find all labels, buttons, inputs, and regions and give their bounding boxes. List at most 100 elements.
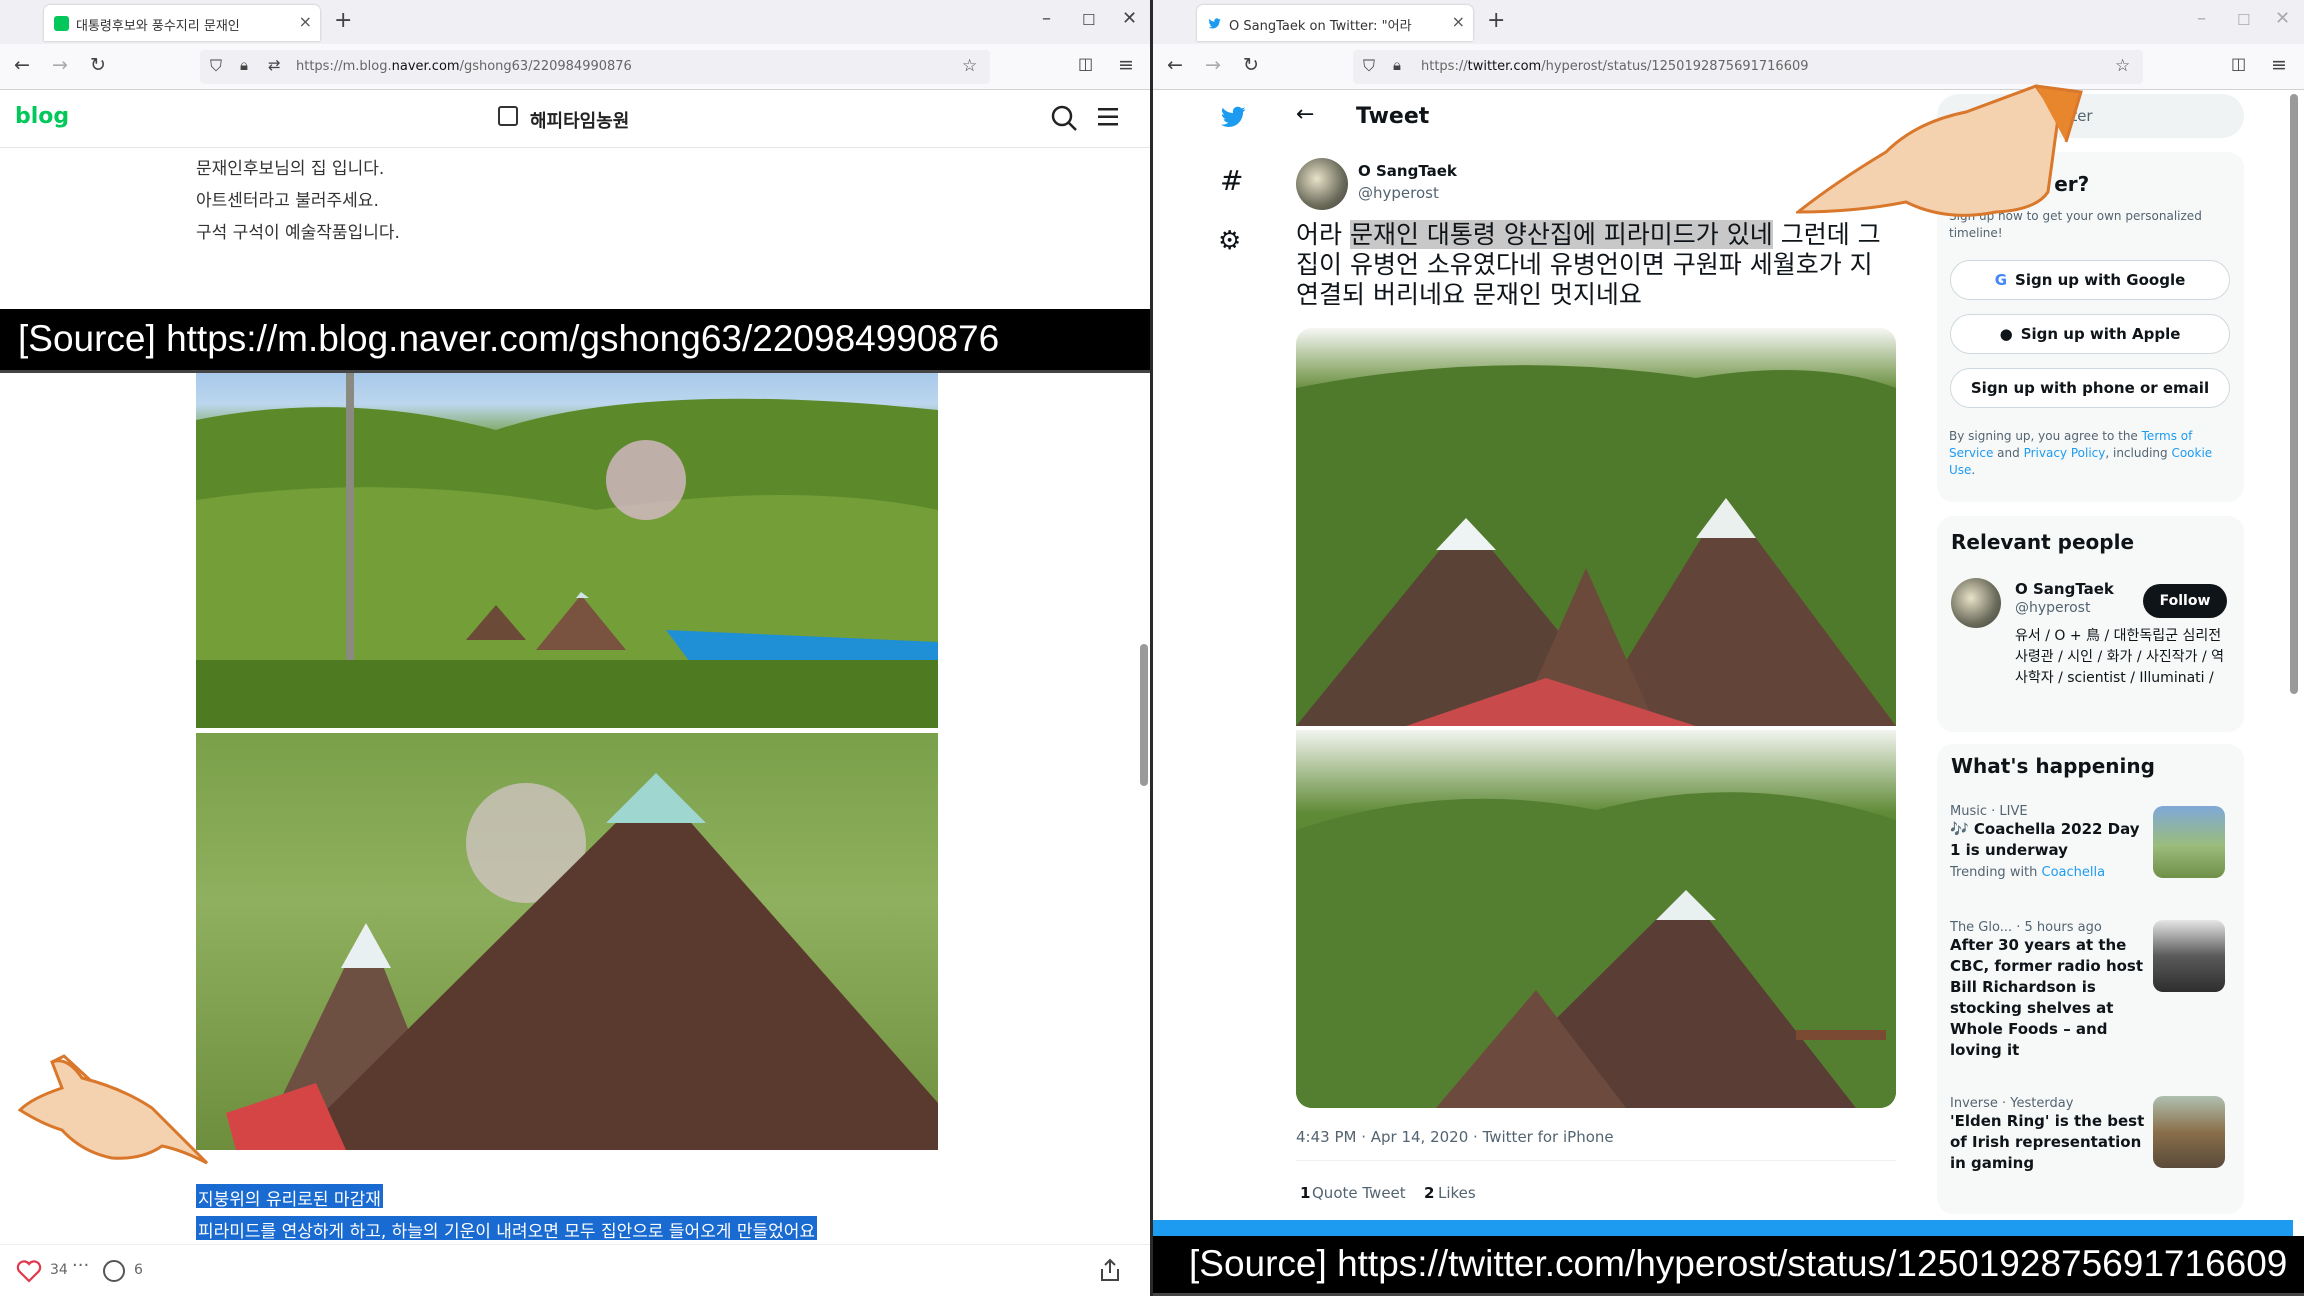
maximize-button[interactable]: ☐ [2237,11,2250,29]
scrollbar-thumb[interactable] [2290,94,2298,694]
blog-header: blog 해피타임농원 [0,92,1150,148]
close-window-button[interactable]: ✕ [2275,8,2290,29]
blog-paragraph: 문재인후보님의 집 입니다. [196,159,385,179]
left-browser-window: 대통령후보와 풍수지리 문재인 × + – ☐ ✕ ← → ↻ ⛉ 🔒︎ ⇄ h… [0,0,1150,1296]
page-title: Tweet [1356,104,1430,129]
menu-icon[interactable]: ≡ [2271,54,2287,76]
bookmark-star-icon[interactable]: ☆ [2115,56,2130,76]
comment-icon[interactable] [102,1259,126,1283]
tweet-timestamp[interactable]: 4:43 PM · Apr 14, 2020 · Twitter for iPh… [1296,1128,1614,1146]
new-tab-button[interactable]: + [334,8,352,33]
minimize-button[interactable]: – [2197,8,2206,29]
trend-item[interactable]: The Glo... · 5 hours ago After 30 years … [1950,920,2150,1061]
pointing-hand-annotation [17,1054,209,1165]
relevant-bio: 유서 / O + 鳥 / 대한독립군 심리전 사령관 / 시인 / 화가 / 사… [2015,628,2225,686]
signup-email-button[interactable]: Sign up with phone or email [1950,368,2230,408]
back-icon[interactable]: ← [1167,54,1183,76]
forward-icon[interactable]: → [52,54,68,76]
whats-happening-card: What's happening Music · LIVE 🎶 Coachell… [1937,744,2244,1214]
search-icon[interactable] [1050,104,1078,132]
settings-gear-icon[interactable]: ⚙ [1218,226,1241,256]
bookmark-star-icon[interactable]: ☆ [962,56,977,76]
scrollbar-thumb[interactable] [1140,644,1148,786]
trend-item[interactable]: Inverse · Yesterday 'Elden Ring' is the … [1950,1096,2150,1174]
forward-icon[interactable]: → [1205,54,1221,76]
explore-hashtag-icon[interactable]: # [1220,164,1243,197]
trend-thumbnail[interactable] [2153,806,2225,878]
hamburger-menu-icon[interactable] [1096,106,1120,128]
minimize-button[interactable]: – [1042,8,1051,29]
relevant-handle[interactable]: @hyperost [2015,600,2090,616]
back-arrow-icon[interactable]: ← [1296,102,1314,127]
pocket-icon[interactable]: ◫ [1078,54,1093,73]
happening-title: What's happening [1951,754,2155,778]
pocket-icon[interactable]: ◫ [2231,54,2246,73]
blog-paragraph: 구석 구석이 예술작품입니다. [196,223,400,243]
author-handle[interactable]: @hyperost [1358,184,1439,202]
reload-icon[interactable]: ↻ [90,54,106,76]
twitter-favicon [1208,18,1221,29]
tab-strip: O SangTaek on Twitter: "어라 × + – ☐ ✕ [1153,0,2304,44]
tab-title: O SangTaek on Twitter: "어라 [1229,19,1412,34]
twitter-logo-icon[interactable] [1216,102,1250,132]
more-icon[interactable]: ··· [72,1255,89,1276]
lock-icon[interactable]: 🔒︎ [240,56,248,74]
permissions-icon[interactable]: ⇄ [268,56,281,74]
lock-icon[interactable]: 🔒︎ [1393,56,1401,74]
author-avatar[interactable] [1296,158,1348,210]
pyramid-house-photo-2 [196,733,938,1150]
tweet-photo-2[interactable] [1296,730,1896,1108]
follow-button[interactable]: Follow [2143,584,2227,618]
naver-blog-favicon [54,16,69,31]
highlighted-caption: 지붕위의 유리로된 마감재 [196,1184,383,1210]
like-count[interactable]: 2 [1424,1184,1434,1202]
like-count: 34 [50,1262,68,1278]
maximize-button[interactable]: ☐ [1082,11,1095,29]
blog-icon [498,106,518,126]
trend-thumbnail[interactable] [2153,920,2225,992]
back-icon[interactable]: ← [14,54,30,76]
relevant-avatar[interactable] [1951,578,2001,628]
author-name[interactable]: O SangTaek [1358,162,1457,180]
share-icon[interactable] [1098,1257,1122,1283]
menu-icon[interactable]: ≡ [1118,54,1134,76]
close-tab-icon[interactable]: × [299,12,312,31]
relevant-people-card: Relevant people O SangTaek @hyperost Fol… [1937,516,2244,732]
navigation-bar: ← → ↻ ⛉ 🔒︎ ⇄ https://m.blog.naver.com/gs… [0,44,1150,90]
apple-icon: ● [1999,325,2013,343]
browser-tab[interactable]: 대통령후보와 풍수지리 문재인 × [44,5,320,41]
blog-paragraph: 아트센터라고 불러주세요. [196,191,379,211]
google-icon: G [1994,271,2008,289]
blog-logo[interactable]: blog [15,104,69,129]
blog-title[interactable]: 해피타임농원 [530,107,629,133]
divider [1296,1160,1896,1161]
shield-icon[interactable]: ⛉ [210,56,222,76]
tab-title: 대통령후보와 풍수지리 문재인 [76,19,240,34]
source-banner: [Source] https://twitter.com/hyperost/st… [1153,1236,2304,1296]
pyramid-house-photo-1 [196,360,938,728]
like-label[interactable]: Likes [1438,1184,1476,1202]
shield-icon[interactable]: ⛉ [1363,56,1375,76]
heart-icon[interactable] [16,1259,42,1283]
signup-google-button[interactable]: G Sign up with Google [1950,260,2230,300]
reload-icon[interactable]: ↻ [1243,54,1259,76]
trend-thumbnail[interactable] [2153,1096,2225,1168]
tweet-photo-1[interactable] [1296,328,1896,726]
browser-tab[interactable]: O SangTaek on Twitter: "어라 × [1197,5,1473,41]
pointing-hand-annotation [1796,84,2083,217]
close-tab-icon[interactable]: × [1452,12,1465,31]
address-bar[interactable]: ⛉ 🔒︎ https://twitter.com/hyperost/status… [1353,50,2143,84]
highlighted-caption: 피라미드를 연상하게 하고, 하늘의 기운이 내려오면 모두 집안으로 들어오게… [196,1216,818,1242]
url-text[interactable]: https://twitter.com/hyperost/status/1250… [1421,59,1809,74]
tab-strip: 대통령후보와 풍수지리 문재인 × + – ☐ ✕ [0,0,1150,44]
signup-apple-button[interactable]: ● Sign up with Apple [1950,314,2230,354]
new-tab-button[interactable]: + [1487,8,1505,33]
address-bar[interactable]: ⛉ 🔒︎ ⇄ https://m.blog.naver.com/gshong63… [200,50,990,84]
close-window-button[interactable]: ✕ [1122,8,1137,29]
trend-item[interactable]: Music · LIVE 🎶 Coachella 2022 Day 1 is u… [1950,804,2150,880]
quote-count[interactable]: 1 [1300,1184,1310,1202]
quote-label[interactable]: Quote Tweet [1312,1184,1406,1202]
url-text[interactable]: https://m.blog.naver.com/gshong63/220984… [296,59,632,74]
privacy-link[interactable]: Privacy Policy [2024,446,2106,460]
relevant-name[interactable]: O SangTaek [2015,580,2114,598]
